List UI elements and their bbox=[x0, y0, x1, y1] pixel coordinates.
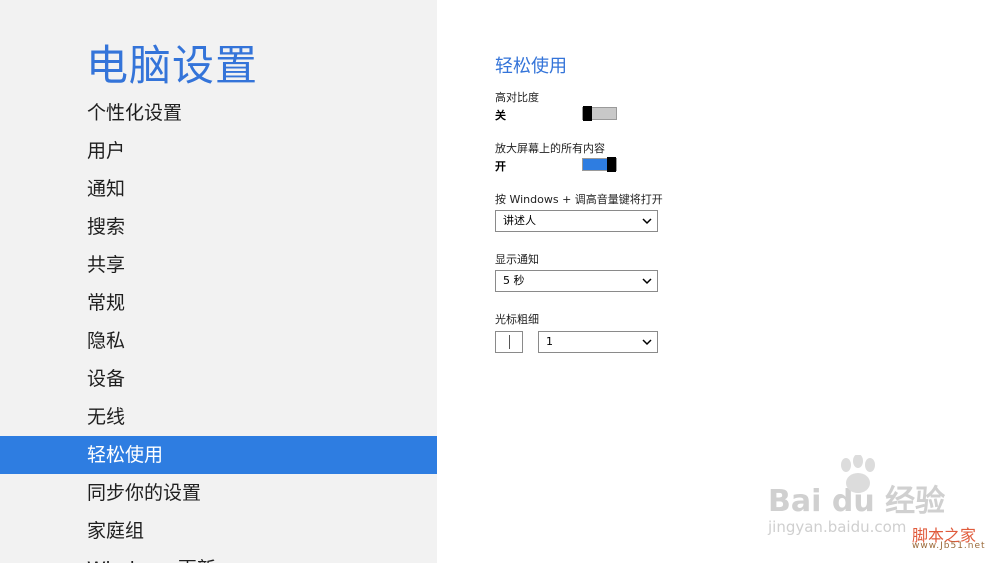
sidebar-item-devices[interactable]: 设备 bbox=[0, 360, 437, 398]
cursor-thickness-value: 1 bbox=[546, 335, 553, 348]
high-contrast-label: 高对比度 bbox=[495, 91, 539, 104]
high-contrast-state: 关 bbox=[495, 109, 506, 122]
sidebar-item-sync[interactable]: 同步你的设置 bbox=[0, 474, 437, 512]
sidebar-item-wireless[interactable]: 无线 bbox=[0, 398, 437, 436]
sidebar-item-windows-update[interactable]: Windows 更新 bbox=[0, 550, 437, 563]
chevron-down-icon bbox=[642, 339, 652, 346]
watermark-url: jingyan.baidu.com bbox=[768, 518, 907, 536]
cursor-preview bbox=[495, 331, 523, 353]
zoom-all-toggle[interactable] bbox=[582, 157, 617, 172]
sidebar-item-homegroup[interactable]: 家庭组 bbox=[0, 512, 437, 550]
shortcut-select-value: 讲述人 bbox=[503, 214, 536, 227]
sidebar-item-privacy[interactable]: 隐私 bbox=[0, 322, 437, 360]
watermark-site-url: www.Jb51.net bbox=[912, 541, 986, 551]
zoom-all-label: 放大屏幕上的所有内容 bbox=[495, 142, 605, 155]
page-title: 电脑设置 bbox=[86, 41, 259, 90]
sidebar-item-notifications[interactable]: 通知 bbox=[0, 170, 437, 208]
sidebar-item-users[interactable]: 用户 bbox=[0, 132, 437, 170]
shortcut-select[interactable]: 讲述人 bbox=[495, 210, 658, 232]
sidebar-item-search[interactable]: 搜索 bbox=[0, 208, 437, 246]
chevron-down-icon bbox=[642, 278, 652, 285]
sidebar-item-general[interactable]: 常规 bbox=[0, 284, 437, 322]
toggle-thumb bbox=[607, 157, 616, 172]
notification-label: 显示通知 bbox=[495, 253, 539, 266]
toggle-thumb bbox=[583, 106, 592, 121]
shortcut-label: 按 Windows + 调高音量键将打开 bbox=[495, 193, 663, 206]
notification-select[interactable]: 5 秒 bbox=[495, 270, 658, 292]
sidebar-item-share[interactable]: 共享 bbox=[0, 246, 437, 284]
zoom-all-state: 开 bbox=[495, 160, 506, 173]
sidebar: 电脑设置 个性化设置 用户 通知 搜索 共享 常规 隐私 设备 无线 轻松使用 … bbox=[0, 0, 437, 563]
cursor-line-icon bbox=[509, 335, 510, 349]
panel-title: 轻松使用 bbox=[495, 56, 567, 77]
sidebar-item-ease-of-access[interactable]: 轻松使用 bbox=[0, 436, 437, 474]
sidebar-item-personalize[interactable]: 个性化设置 bbox=[0, 94, 437, 132]
cursor-thickness-select[interactable]: 1 bbox=[538, 331, 658, 353]
cursor-thickness-label: 光标粗细 bbox=[495, 313, 539, 326]
chevron-down-icon bbox=[642, 218, 652, 225]
paw-logo-icon bbox=[841, 455, 875, 493]
notification-select-value: 5 秒 bbox=[503, 274, 525, 287]
high-contrast-toggle[interactable] bbox=[582, 106, 617, 121]
